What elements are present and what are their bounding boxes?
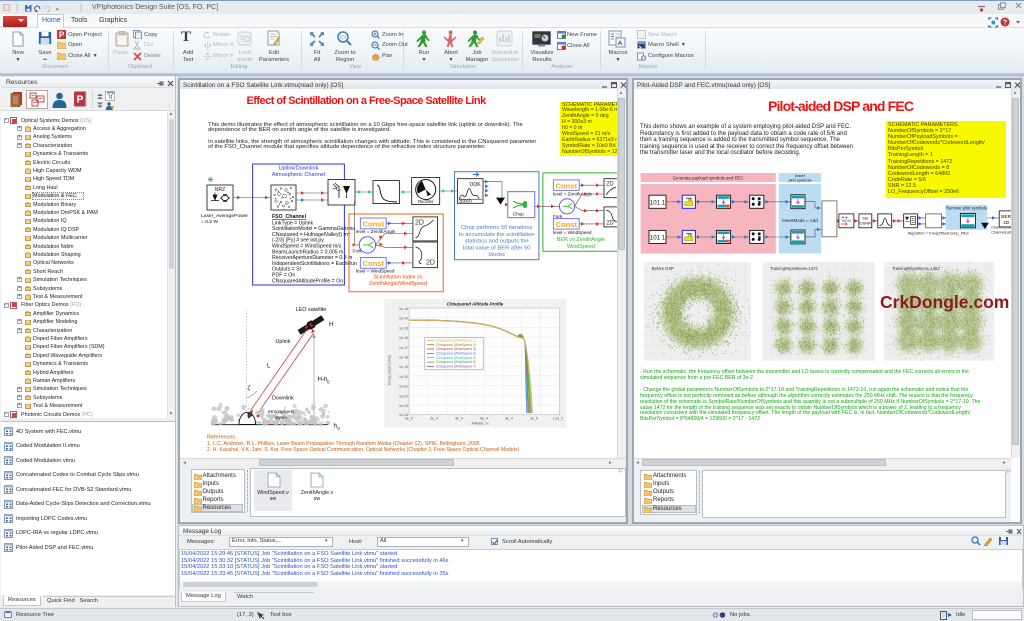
- svg-text:1e-23: 1e-23: [399, 404, 408, 408]
- svg-text:ζ: ζ: [248, 386, 252, 392]
- svg-text:2D: 2D: [426, 260, 435, 267]
- svg-text:total value of BER after 50: total value of BER after 50: [463, 245, 531, 251]
- svg-text:Stoch: Stoch: [459, 199, 472, 205]
- svg-text:P: P: [77, 95, 84, 106]
- svg-text:1.2e_5: 1.2e_5: [553, 417, 564, 421]
- svg-text:Const: Const: [363, 259, 385, 268]
- svg-text:pilot symbols: pilot symbols: [788, 178, 811, 183]
- svg-text:Chisq_res(m^(-2/3)): Chisq_res(m^(-2/3)): [388, 355, 392, 385]
- svg-text:Const: Const: [556, 220, 578, 229]
- svg-text:Algorithm = FreqOffsetComp_Pil: Algorithm = FreqOffsetComp_Pilot: [908, 230, 970, 235]
- svg-text:1e-22: 1e-22: [399, 394, 408, 398]
- svg-text:2D: 2D: [606, 182, 614, 188]
- svg-text:FSO_Channel: FSO_Channel: [272, 214, 307, 220]
- svg-text:level = WindSpeed: level = WindSpeed: [553, 230, 592, 235]
- svg-text:8e_4: 8e_4: [505, 417, 513, 421]
- svg-text:2D: 2D: [606, 221, 614, 227]
- svg-text:CNsquaredAltitudeProfile = On: CNsquaredAltitudeProfile = On: [272, 278, 343, 284]
- svg-text:WDM: WDM: [842, 219, 852, 223]
- svg-text:4D: 4D: [1003, 220, 1010, 226]
- svg-text:1e-21: 1e-21: [399, 385, 408, 389]
- svg-text:References: References: [207, 435, 235, 441]
- svg-text:WindSpeed: WindSpeed: [567, 244, 595, 250]
- svg-text:BER: BER: [1001, 214, 1011, 220]
- svg-text:layers: layers: [275, 415, 288, 421]
- svg-text:Fork: Fork: [353, 249, 363, 254]
- svg-text:1e-14: 1e-14: [399, 317, 408, 321]
- svg-text:Chisquared (WindSpeed 2): Chisquared (WindSpeed 2): [436, 343, 476, 347]
- svg-text:BER vs ZenithAngle: BER vs ZenithAngle: [557, 237, 605, 243]
- svg-text:1e-15: 1e-15: [399, 326, 408, 330]
- svg-text:1e-18: 1e-18: [399, 356, 408, 360]
- svg-text:1e-20: 1e-20: [399, 375, 408, 379]
- svg-text:level = WindSpeed: level = WindSpeed: [356, 269, 395, 274]
- svg-text:1e-19: 1e-19: [399, 365, 408, 369]
- svg-text:ChannelLabelY =: ChannelLabelY =: [991, 230, 1011, 234]
- svg-text:0: 0: [337, 426, 340, 431]
- svg-text:= 0.5 W: = 0.5 W: [201, 219, 218, 225]
- svg-text:Uplink/Downlink: Uplink/Downlink: [279, 166, 319, 172]
- svg-text:101 1: 101 1: [650, 200, 666, 207]
- svg-text:LEO satellite: LEO satellite: [296, 307, 327, 313]
- svg-text:P: P: [59, 31, 65, 40]
- svg-text:H: H: [329, 321, 334, 328]
- svg-text:Chisquared (WindSpeed 7): Chisquared (WindSpeed 7): [436, 365, 476, 369]
- svg-text:Atmospheric: Atmospheric: [268, 409, 295, 415]
- svg-text:Remove pilot symbols: Remove pilot symbols: [946, 206, 987, 211]
- svg-text:Chop performs 50 iterations: Chop performs 50 iterations: [461, 225, 533, 231]
- svg-text:InsertMode = Add: InsertMode = Add: [782, 218, 818, 223]
- svg-text:4e_4: 4e_4: [455, 417, 463, 421]
- svg-text:TrainingRepetitions=1472: TrainingRepetitions=1472: [770, 266, 818, 271]
- svg-text:Uplink: Uplink: [276, 339, 291, 345]
- svg-text:Chisquared Altitude Profile: Chisquared Altitude Profile: [447, 302, 504, 307]
- svg-text:1e-13: 1e-13: [399, 307, 408, 311]
- svg-text:OOK: OOK: [470, 182, 482, 188]
- svg-text:Chop: Chop: [513, 212, 524, 217]
- svg-text:2. H. Kaushal, V.K. Jain, S. K: 2. H. Kaushal, V.K. Jain, S. Kar, Free S…: [207, 447, 520, 453]
- svg-text:6e_4: 6e_4: [480, 417, 488, 421]
- svg-text:Const: Const: [363, 220, 385, 229]
- svg-text:Chisquared (WindSpeed 6): Chisquared (WindSpeed 6): [436, 360, 476, 364]
- svg-text:2D: 2D: [415, 220, 424, 227]
- svg-text:Laser_AveragePower: Laser_AveragePower: [201, 213, 248, 219]
- svg-text:0: 0: [327, 380, 330, 385]
- svg-text:101 1: 101 1: [650, 235, 666, 242]
- svg-text:OSNR: OSNR: [860, 221, 872, 226]
- svg-text:0e_0: 0e_0: [405, 417, 413, 421]
- svg-text:ZenithAngle/WindSpeed: ZenithAngle/WindSpeed: [369, 281, 427, 287]
- svg-text:?: ?: [1003, 19, 1007, 26]
- svg-text:Chisquared (WindSpeed 3): Chisquared (WindSpeed 3): [436, 347, 476, 351]
- svg-text:blocks: blocks: [488, 252, 505, 258]
- svg-text:Atmospheric Channel: Atmospheric Channel: [272, 172, 325, 178]
- svg-text:Altitude, m: Altitude, m: [472, 422, 489, 426]
- svg-text:2e_4: 2e_4: [430, 417, 438, 421]
- svg-text:Before DSP: Before DSP: [652, 266, 674, 271]
- svg-text:L: L: [267, 363, 271, 370]
- svg-text:Generate payload symbols and F: Generate payload symbols and FEC: [673, 175, 744, 180]
- svg-text:TrainingRepetitions=1462: TrainingRepetitions=1462: [892, 266, 940, 271]
- svg-text:Rectifier: Rectifier: [418, 199, 434, 204]
- svg-text:1. L.C. Andrews, R.L. Phillips: 1. L.C. Andrews, R.L. Phillips, Laser Be…: [207, 441, 480, 447]
- svg-text:to accumulate the scintillatio: to accumulate the scintillation: [459, 232, 535, 238]
- svg-text:statistics and outputs the: statistics and outputs the: [465, 239, 529, 245]
- svg-text:NRZ: NRZ: [215, 187, 225, 193]
- svg-text:1e-16: 1e-16: [399, 336, 408, 340]
- svg-text:Const: Const: [556, 181, 578, 190]
- svg-text:1e-17: 1e-17: [399, 346, 408, 350]
- svg-text:Scintillation Index vs: Scintillation Index vs: [374, 274, 423, 280]
- svg-text:Downlink: Downlink: [272, 396, 294, 402]
- svg-text:1e_5: 1e_5: [530, 417, 538, 421]
